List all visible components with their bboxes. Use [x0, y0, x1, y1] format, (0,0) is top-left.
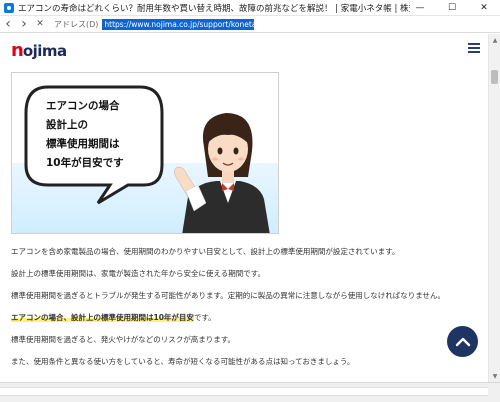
hamburger-icon[interactable]	[468, 43, 480, 53]
hero-illustration: エアコンの場合 設計上の 標準使用期間は 10年が目安です	[11, 72, 279, 234]
nojima-logo[interactable]: n ojima	[11, 40, 67, 61]
vertical-scrollbar[interactable]: ▲ ▼	[488, 34, 500, 382]
scroll-down-arrow-icon[interactable]: ▼	[489, 370, 500, 382]
minimize-button[interactable]: —	[404, 0, 436, 16]
scroll-up-arrow-icon[interactable]: ▲	[489, 34, 500, 46]
window-title-bar: エアコンの寿命はどれくらい？耐用年数や買い替え時期、故障の前兆などを解説！ | …	[0, 0, 500, 16]
address-label: アドレス(D)	[54, 19, 99, 29]
forward-arrow-icon[interactable]: ›	[16, 16, 32, 33]
bubble-line-1: エアコンの場合	[46, 100, 120, 112]
address-input[interactable]: https://www.nojima.co.jp/support/koneta/…	[102, 18, 255, 30]
logo-mark: n	[11, 40, 24, 61]
article-paragraph-1: エアコンを含め家電製品の場合、使用期間のわかりやすい目安として、設計上の標準使用…	[11, 247, 400, 256]
browser-nav-bar: ‹ › ✕ アドレス(D) https://www.nojima.co.jp/s…	[0, 16, 500, 33]
scroll-thumb[interactable]	[491, 70, 498, 84]
highlighted-text: エアコンの場合、設計上の標準使用期間は10年が目安	[11, 313, 194, 322]
staff-character	[174, 113, 270, 233]
back-arrow-icon[interactable]: ‹	[0, 16, 16, 33]
article-paragraph-3: 標準使用期間を過ぎるとトラブルが発生する可能性があります。定期的に製品の異常に注…	[11, 291, 446, 300]
article-paragraph-4: エアコンの場合、設計上の標準使用期間は10年が目安です。	[11, 312, 216, 323]
horizontal-scroll-track[interactable]	[0, 387, 488, 396]
back-to-top-button[interactable]	[447, 326, 478, 357]
browser-app-icon	[4, 2, 14, 13]
window-title: エアコンの寿命はどれくらい？耐用年数や買い替え時期、故障の前兆などを解説！ | …	[18, 3, 410, 14]
stop-icon[interactable]: ✕	[32, 16, 48, 33]
speech-bubble-text: エアコンの場合 設計上の 標準使用期間は 10年が目安です	[46, 97, 156, 173]
site-header: n ojima	[0, 34, 488, 66]
article-paragraph-2: 設計上の標準使用期間は、家電が製造された年から安全に使える期間です。	[11, 269, 266, 278]
browser-status-bar	[0, 382, 500, 402]
chevron-up-icon	[455, 337, 470, 346]
bubble-line-2: 設計上の	[46, 119, 88, 131]
article-paragraph-5: 標準使用期間を過ぎると、発火やけがなどのリスクが高まります。	[11, 335, 235, 344]
logo-text: ojima	[22, 42, 67, 60]
close-button[interactable]: ✕	[468, 0, 500, 16]
bubble-line-3: 標準使用期間は	[46, 138, 120, 150]
article-paragraph-6: また、使用条件と異なる使い方をしていると、寿命が短くなる可能性がある点は知ってお…	[11, 357, 355, 366]
window-controls: — ☐ ✕	[404, 0, 500, 16]
maximize-button[interactable]: ☐	[436, 0, 468, 16]
paragraph-4-tail: です。	[193, 313, 216, 322]
bubble-line-4: 10年が目安です	[46, 157, 124, 169]
